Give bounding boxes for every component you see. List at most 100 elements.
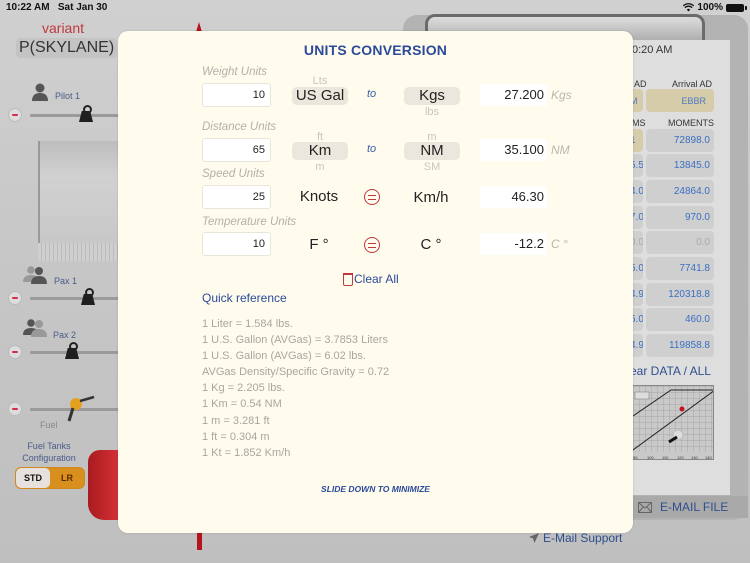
reference-item: 1 ft = 0.304 m	[202, 430, 270, 443]
pilot1-label: Pilot 1	[55, 91, 81, 101]
envelope-tick: 120	[677, 455, 684, 460]
pax1-decrease-button[interactable]	[8, 291, 22, 305]
pax1-label: Pax 1	[54, 276, 78, 286]
modal-title: UNITS CONVERSION	[303, 42, 448, 58]
distance-from-unit-picker[interactable]: Km	[292, 142, 348, 160]
reference-item: AVGas Density/Specific Gravity = 0.72	[202, 366, 390, 379]
pilot1-decrease-button[interactable]	[8, 108, 22, 122]
status-date: Sat Jan 30	[57, 2, 108, 13]
email-support-label: E-Mail Support	[543, 531, 623, 545]
reference-item: 1 Kg = 2.205 lbs.	[202, 382, 285, 395]
fuel-label: Fuel	[40, 420, 58, 430]
reference-item: 1 m = 3.281 ft	[202, 414, 270, 427]
departure-label: AD	[634, 79, 647, 89]
distance-result-unit: NM	[551, 143, 570, 157]
weight-result-unit: Kgs	[551, 88, 572, 102]
trash-icon	[343, 272, 353, 286]
quick-reference-list: 1 Liter = 1.584 lbs. 1 U.S. Gallon (AVGa…	[202, 316, 389, 461]
pax1-slider[interactable]	[8, 288, 130, 308]
weight-to-picker-below[interactable]: lbs	[404, 107, 460, 116]
temperature-result-unit: C °	[551, 237, 568, 251]
status-bar-right: 100%	[683, 2, 747, 13]
weight-input[interactable]: 10	[202, 83, 271, 107]
fuel-slider[interactable]	[8, 395, 130, 422]
cg-envelope-chart: 90 100 110 120 130 140	[632, 385, 714, 460]
distance-to-picker-above[interactable]: m	[404, 132, 460, 141]
fuel-tanks-label: Fuel Tanks	[27, 441, 71, 451]
tank-option-std[interactable]: STD	[16, 468, 50, 488]
moment-cell: 13845.0	[646, 154, 714, 177]
distance-units-label: Distance Units	[202, 121, 277, 133]
weight-handle-icon[interactable]	[64, 342, 80, 358]
reference-item: 1 Liter = 1.584 lbs.	[202, 318, 293, 330]
speed-input[interactable]: 25	[202, 185, 271, 209]
pilot1-slider[interactable]	[8, 105, 130, 125]
fuel-decrease-button[interactable]	[8, 402, 22, 416]
speed-result: 46.30	[480, 186, 547, 208]
email-file-button[interactable]: E-MAIL FILE	[630, 496, 748, 518]
speed-to-unit: Km/h	[413, 189, 449, 206]
arrival-field[interactable]: EBBR	[646, 89, 714, 112]
clear-all-button[interactable]: Clear All	[343, 272, 399, 286]
temperature-from-unit: F °	[309, 236, 329, 253]
distance-from-picker-above[interactable]: ft	[292, 132, 348, 141]
moment-cell: 460.0	[646, 308, 714, 331]
battery-percent: 100%	[697, 2, 723, 13]
envelope-legend-box	[634, 391, 650, 400]
moment-cell: 24864.0	[646, 180, 714, 203]
envelope-tick: 100	[647, 455, 654, 460]
reference-item: 1 Kt = 1.852 Km/h	[202, 446, 291, 459]
weight-to-unit-picker[interactable]: Kgs	[404, 87, 460, 105]
moments-header: MOMENTS	[668, 118, 714, 128]
pax2-slider[interactable]	[8, 342, 130, 362]
distance-result: 35.100	[480, 139, 547, 161]
clear-all-label: Clear All	[354, 272, 399, 286]
pax2-slider-track[interactable]	[30, 351, 130, 354]
pax2-label: Pax 2	[53, 330, 77, 340]
tank-option-lr[interactable]: LR	[50, 468, 84, 488]
weight-handle-icon[interactable]	[80, 288, 96, 304]
aircraft-model-selector[interactable]: P(SKYLANE)	[16, 38, 118, 58]
fuel-tanks-config-label: Fuel Tanks Configuration	[14, 440, 84, 464]
cg-envelope-graph: 90 100 110 120 130 140	[633, 386, 713, 460]
distance-input[interactable]: 65	[202, 138, 271, 162]
distance-to-unit-picker[interactable]: NM	[404, 142, 460, 160]
pax2-decrease-button[interactable]	[8, 345, 22, 359]
arms-header: MS	[632, 118, 646, 128]
temperature-input[interactable]: 10	[202, 232, 271, 256]
moment-cell: 7741.8	[646, 257, 714, 280]
configuration-label: Configuration	[22, 453, 76, 463]
weight-handle-icon[interactable]	[78, 105, 94, 121]
weight-to-label: to	[367, 88, 377, 100]
moment-cell: 72898.0	[646, 129, 714, 152]
passengers-icon	[23, 319, 47, 337]
fuel-tank-toggle[interactable]: STD LR	[15, 467, 85, 489]
slide-down-hint[interactable]: SLIDE DOWN TO MINIMIZE	[118, 484, 633, 494]
clear-data-button[interactable]: ear DATA / ALL	[630, 364, 711, 378]
distance-from-picker-below[interactable]: m	[292, 162, 348, 171]
email-file-label: E-MAIL FILE	[660, 500, 729, 514]
temperature-units-label: Temperature Units	[202, 216, 297, 228]
email-support-link[interactable]: E-Mail Support	[528, 531, 622, 545]
battery-icon	[726, 3, 747, 12]
fuel-nozzle-icon[interactable]	[66, 395, 96, 423]
wifi-icon	[683, 3, 695, 12]
swap-icon[interactable]	[364, 237, 380, 253]
weight-from-picker-above[interactable]: Lts	[292, 76, 348, 85]
weight-units-label: Weight Units	[202, 66, 267, 78]
envelope-tick: 130	[691, 455, 698, 460]
moment-cell: 970.0	[646, 206, 714, 229]
cg-takeoff-point	[679, 406, 685, 412]
sheet-time: 0:20 AM	[632, 44, 673, 56]
reference-item: 1 U.S. Gallon (AVGas) = 3.7853 Liters	[202, 334, 388, 347]
passengers-icon	[23, 266, 47, 284]
distance-to-picker-below[interactable]: SM	[404, 162, 460, 171]
units-conversion-modal: UNITS CONVERSION Weight Units 10 Lts US …	[118, 31, 633, 533]
swap-icon[interactable]	[364, 189, 380, 205]
temperature-result: -12.2	[480, 233, 547, 255]
moment-cell: 119858.8	[646, 334, 714, 357]
envelope-tick: 140	[705, 455, 712, 460]
weight-from-unit-picker[interactable]: US Gal	[292, 87, 348, 105]
cargo-bay-floor	[38, 243, 120, 261]
distance-to-label: to	[367, 143, 377, 155]
